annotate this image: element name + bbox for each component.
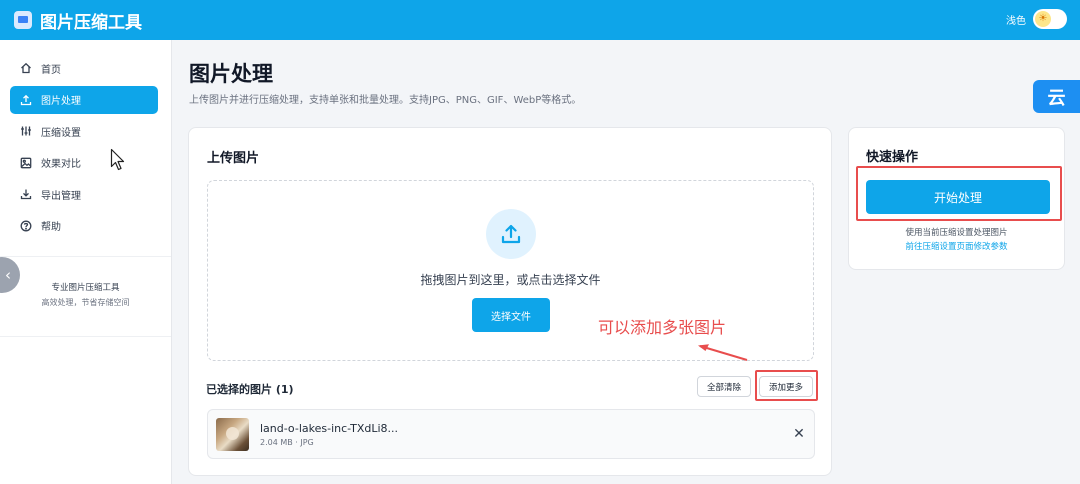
sliders-icon	[19, 125, 32, 137]
page-subtitle: 上传图片并进行压缩处理，支持单张和批量处理。支持JPG、PNG、GIF、WebP…	[189, 95, 582, 106]
help-icon	[19, 220, 32, 232]
upload-icon	[19, 94, 32, 106]
upload-icon	[486, 209, 536, 259]
sidebar-item-label: 导出管理	[41, 190, 81, 202]
sidebar-divider-bottom	[0, 336, 171, 337]
cloud-logo-icon: 云	[1047, 87, 1066, 109]
sidebar-footer-subtitle: 高效处理，节省存储空间	[41, 298, 130, 307]
theme-label: 浅色	[1006, 15, 1026, 27]
brand[interactable]: 图片压缩工具	[14, 8, 142, 33]
sidebar-nav: 首页 图片处理 压缩设置 效果对比 导出管理 帮助	[10, 54, 158, 244]
chevron-left-icon: ‹	[5, 266, 11, 284]
upload-card-title: 上传图片	[207, 151, 260, 166]
sidebar-footer-title: 专业图片压缩工具	[51, 283, 120, 293]
sidebar-item-label: 帮助	[41, 222, 61, 234]
sidebar-item-image-processing[interactable]: 图片处理	[10, 85, 158, 114]
list-item: land-o-lakes-inc-TXdLi8... 2.04 MB · JPG…	[207, 409, 815, 459]
highlight-box-start	[856, 166, 1062, 221]
sidebar-item-home[interactable]: 首页	[10, 54, 158, 82]
sidebar-item-help[interactable]: 帮助	[10, 212, 158, 240]
upload-card: 上传图片 拖拽图片到这里，或点击选择文件 选择文件 已选择的图片 (1) 全部清…	[188, 127, 832, 476]
annotation-text: 可以添加多张图片	[598, 318, 727, 337]
sidebar-item-label: 首页	[41, 64, 61, 76]
sidebar-item-label: 图片处理	[41, 96, 81, 108]
close-icon[interactable]: ✕	[790, 424, 808, 442]
file-meta: 2.04 MB · JPG	[260, 438, 314, 447]
floating-assistant-button[interactable]: 云	[1033, 80, 1080, 113]
theme-switch[interactable]: 浅色 ☀	[1006, 9, 1067, 29]
sidebar-item-compression-settings[interactable]: 压缩设置	[10, 117, 158, 145]
quick-actions-hint: 使用当前压缩设置处理图片	[905, 228, 1008, 238]
top-bar: 图片压缩工具 浅色 ☀	[0, 0, 1080, 40]
clear-all-button[interactable]: 全部清除	[697, 376, 751, 397]
highlight-box-add-more	[755, 370, 818, 401]
selected-images-title: 已选择的图片 (1)	[206, 383, 294, 396]
download-icon	[19, 188, 32, 200]
sidebar-divider	[0, 256, 171, 257]
settings-link[interactable]: 前往压缩设置页面修改参数	[849, 240, 1064, 252]
annotation-arrow-icon	[698, 344, 748, 361]
dropzone-text: 拖拽图片到这里，或点击选择文件	[420, 273, 601, 287]
sidebar-item-label: 压缩设置	[41, 127, 81, 139]
home-icon	[19, 62, 32, 74]
sidebar-footer: 专业图片压缩工具 高效处理，节省存储空间	[0, 281, 171, 308]
app-title: 图片压缩工具	[40, 12, 142, 33]
sun-icon: ☀	[1035, 11, 1051, 27]
app-logo-icon	[14, 11, 32, 29]
sidebar: 首页 图片处理 压缩设置 效果对比 导出管理 帮助 专业图片压缩工具 高效处理，…	[0, 40, 172, 484]
image-icon	[19, 157, 32, 169]
sidebar-item-label: 效果对比	[41, 159, 81, 171]
sidebar-item-comparison[interactable]: 效果对比	[10, 149, 158, 177]
quick-actions-title: 快速操作	[866, 150, 919, 165]
file-name: land-o-lakes-inc-TXdLi8...	[260, 422, 399, 435]
mouse-cursor-icon	[110, 148, 125, 171]
image-thumbnail	[216, 418, 249, 451]
theme-toggle[interactable]: ☀	[1033, 9, 1067, 29]
choose-file-button[interactable]: 选择文件	[472, 298, 550, 332]
sidebar-item-export[interactable]: 导出管理	[10, 180, 158, 208]
page-title: 图片处理	[189, 62, 273, 86]
